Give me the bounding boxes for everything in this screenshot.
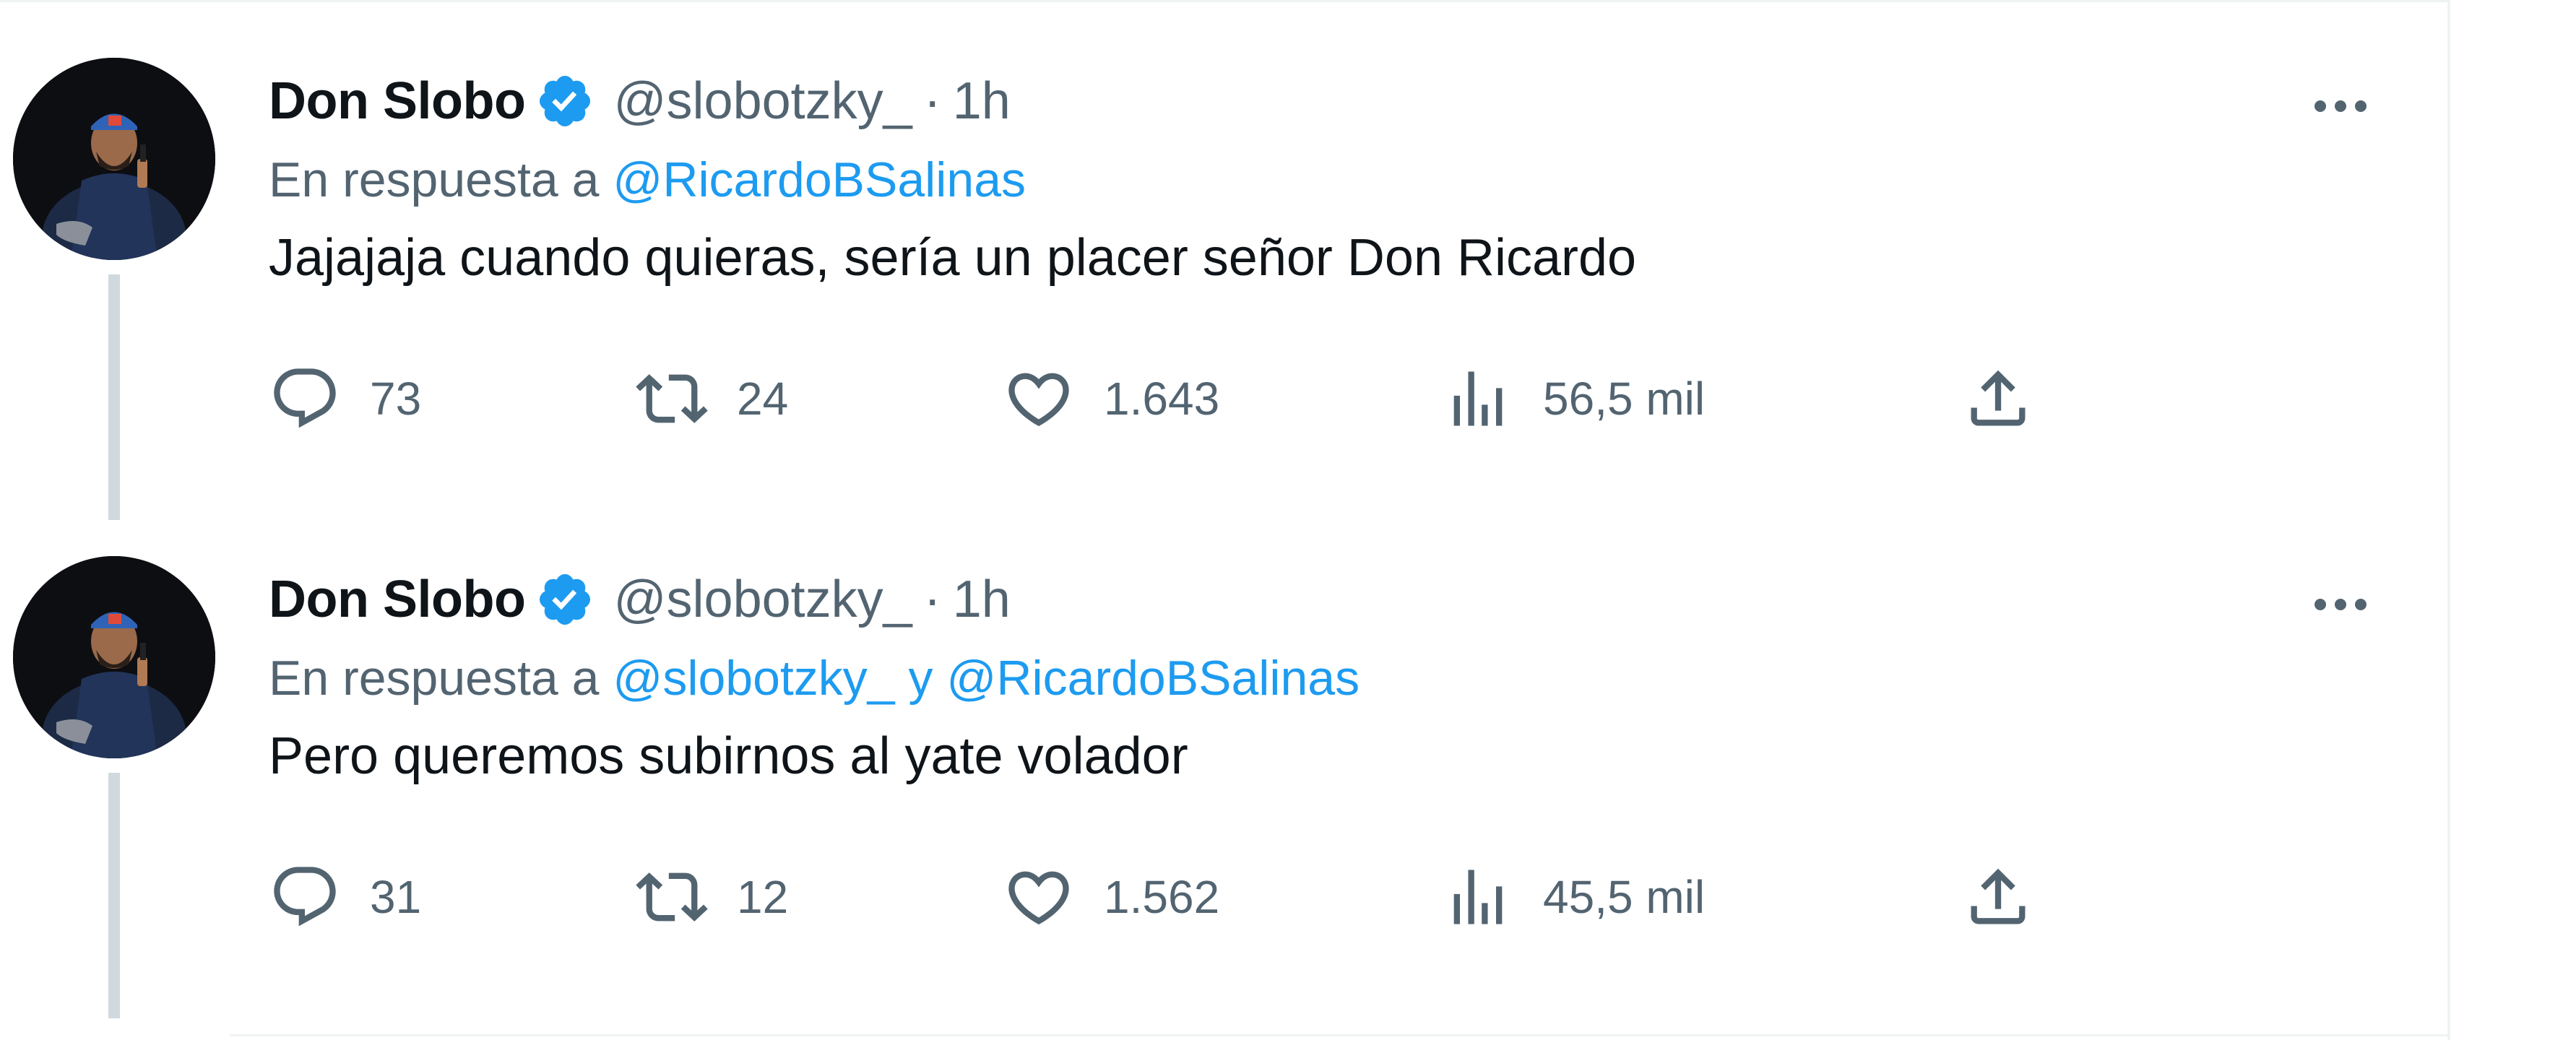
retweet-count: 24 [737, 373, 789, 425]
reply-mention-link[interactable]: @slobotzky_ y @RicardoBSalinas [613, 651, 1360, 706]
retweet-icon [636, 374, 708, 423]
more-icon [2314, 599, 2367, 610]
reply-icon [274, 867, 336, 927]
retweet-button[interactable]: 12 [636, 854, 788, 940]
like-button[interactable]: 1.562 [1003, 854, 1219, 940]
thread-line [108, 773, 120, 1018]
share-icon [1971, 868, 2026, 924]
retweet-icon [636, 872, 708, 922]
verified-badge-icon [540, 75, 591, 127]
separator-dot: · [923, 571, 941, 628]
reply-count: 73 [370, 373, 422, 425]
action-bar: 73 24 1.643 56,5 mil [269, 355, 2391, 442]
views-button[interactable]: 56,5 mil [1442, 355, 1705, 442]
reply-context: En respuesta a @RicardoBSalinas [269, 152, 2391, 224]
views-count: 56,5 mil [1543, 373, 1706, 425]
display-name[interactable]: Don Slobo [269, 72, 526, 131]
share-button[interactable] [1962, 854, 2034, 940]
action-bar: 31 12 1.562 45,5 mil [269, 854, 2391, 940]
like-button[interactable]: 1.643 [1003, 355, 1219, 442]
reply-context: En respuesta a @slobotzky_ y @RicardoBSa… [269, 650, 2391, 722]
like-icon [1008, 373, 1069, 427]
user-handle[interactable]: @slobotzky_ [613, 570, 912, 629]
reply-icon [274, 368, 336, 428]
reply-mention-link[interactable]: @RicardoBSalinas [613, 152, 1026, 207]
thread-line [108, 274, 120, 520]
like-count: 1.562 [1104, 871, 1220, 923]
like-count: 1.643 [1104, 373, 1220, 425]
timestamp[interactable]: 1h [953, 72, 1011, 131]
more-button[interactable] [2290, 74, 2391, 139]
avatar[interactable] [13, 556, 215, 758]
tweet[interactable]: Don Slobo @slobotzky_ · 1h En respuesta … [0, 520, 2449, 1040]
tweet[interactable]: Don Slobo @slobotzky_ · 1h En respuesta … [0, 0, 2449, 520]
reply-button[interactable]: 31 [269, 854, 421, 940]
reply-button[interactable]: 73 [269, 355, 421, 442]
timeline: Don Slobo @slobotzky_ · 1h En respuesta … [0, 0, 2576, 1040]
reply-prefix: En respuesta a [269, 651, 600, 706]
more-button[interactable] [2290, 572, 2391, 637]
retweet-count: 12 [737, 871, 789, 923]
tweet-header: Don Slobo @slobotzky_ · 1h [269, 65, 2391, 137]
avatar[interactable] [13, 58, 215, 260]
reply-prefix: En respuesta a [269, 152, 600, 207]
verified-badge-icon [540, 573, 591, 625]
views-count: 45,5 mil [1543, 871, 1706, 923]
tweet-content: Don Slobo @slobotzky_ · 1h En respuesta … [269, 563, 2391, 940]
tweet-text: Pero queremos subirnos al yate volador [269, 727, 1188, 785]
tweet-content: Don Slobo @slobotzky_ · 1h En respuesta … [269, 65, 2391, 442]
tweet-text: Jajajaja cuando quieras, sería un placer… [269, 229, 1637, 287]
reply-count: 31 [370, 871, 422, 923]
tweet-header: Don Slobo @slobotzky_ · 1h [269, 563, 2391, 636]
display-name[interactable]: Don Slobo [269, 570, 526, 629]
bottom-divider [230, 1034, 2447, 1036]
user-handle[interactable]: @slobotzky_ [613, 72, 912, 131]
views-icon [1453, 371, 1503, 426]
separator-dot: · [923, 72, 941, 130]
like-icon [1008, 871, 1069, 925]
share-button[interactable] [1962, 355, 2034, 442]
retweet-button[interactable]: 24 [636, 355, 788, 442]
views-icon [1453, 870, 1503, 924]
views-button[interactable]: 45,5 mil [1442, 854, 1705, 940]
share-icon [1971, 370, 2026, 426]
timestamp[interactable]: 1h [953, 570, 1011, 629]
more-icon [2314, 100, 2367, 112]
